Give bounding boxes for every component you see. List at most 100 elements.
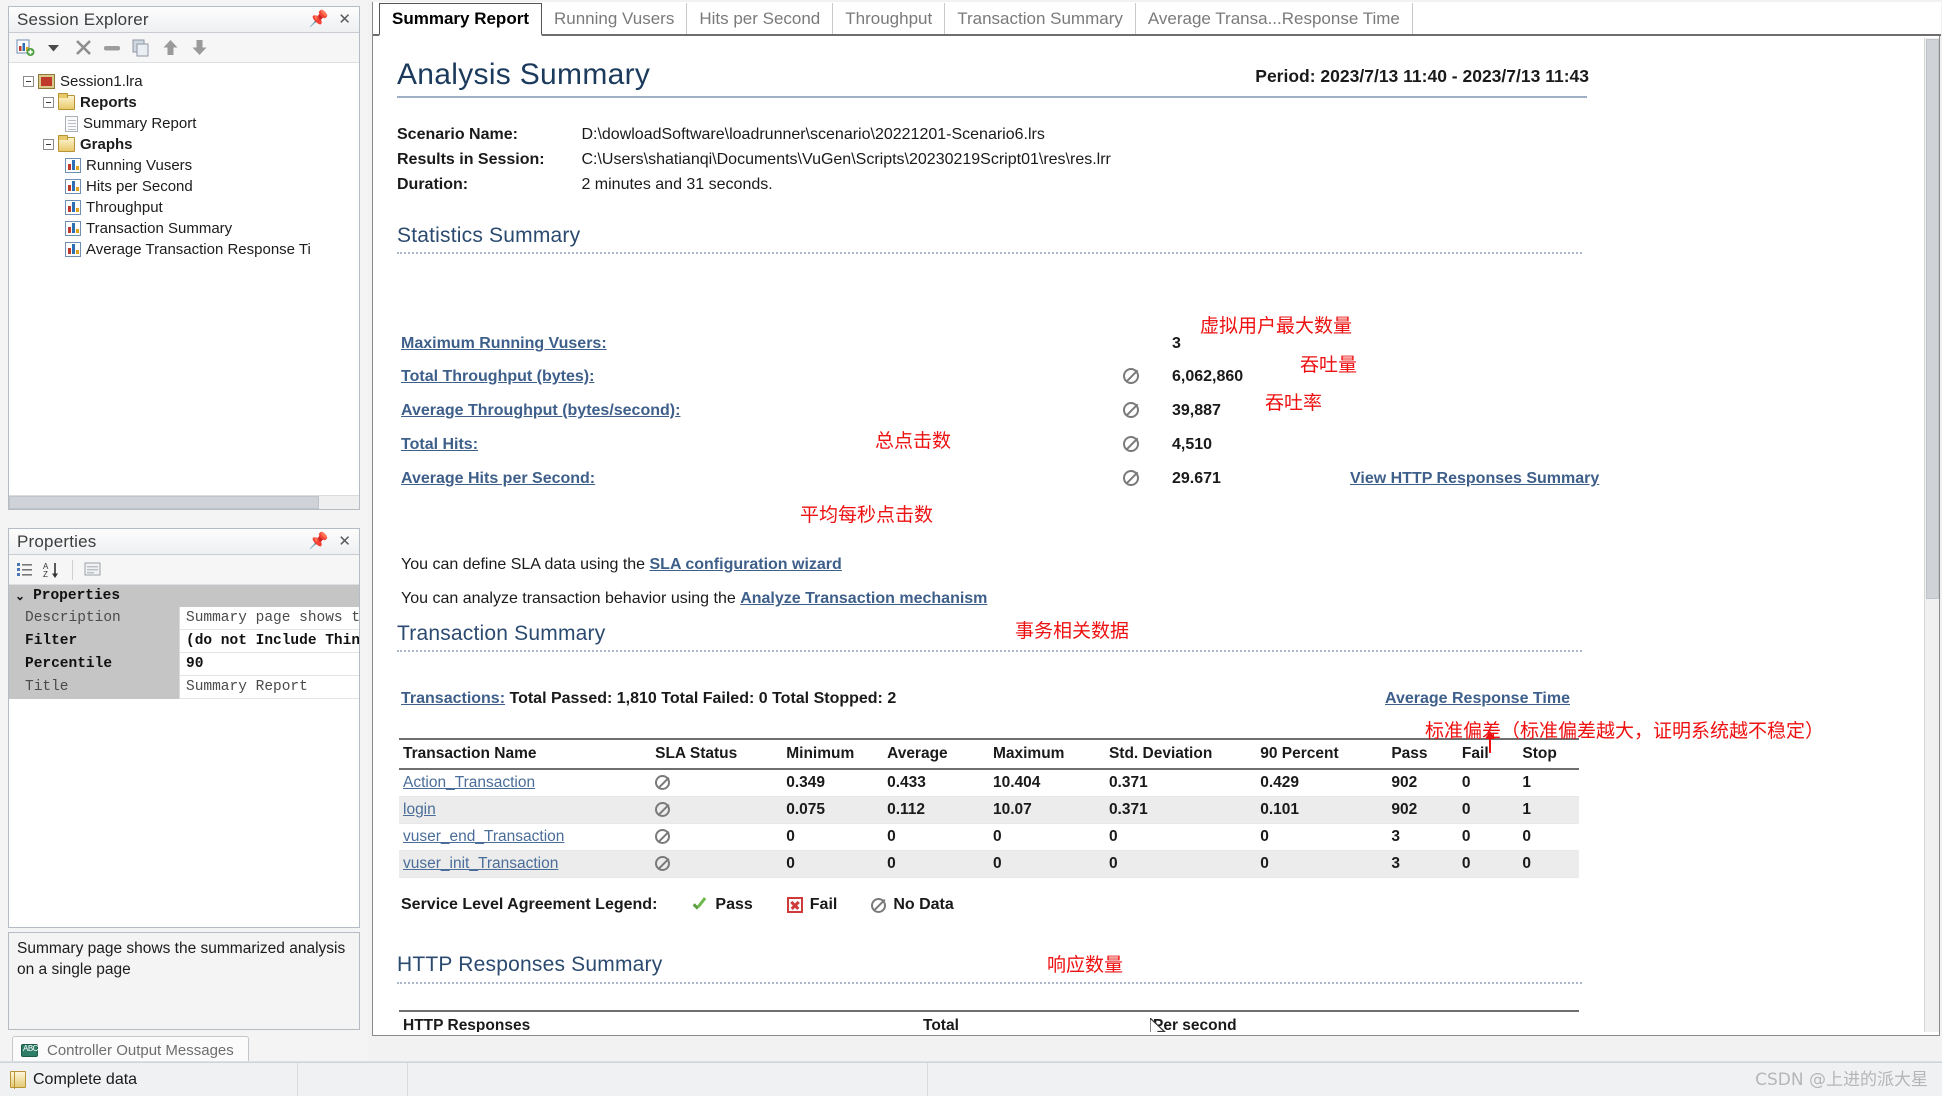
tab-summary-report[interactable]: Summary Report [379, 3, 542, 36]
status-complete-data-label: Complete data [33, 1070, 138, 1088]
pin-icon[interactable]: 📌 [309, 533, 329, 550]
dropdown-arrow-icon[interactable] [44, 38, 64, 58]
tab-throughput[interactable]: Throughput [833, 3, 946, 34]
property-row-filter[interactable]: Filter (do not Include Thin [9, 630, 359, 653]
link-average-response-time[interactable]: Average Response Time [1385, 690, 1570, 708]
no-data-icon [1123, 470, 1139, 486]
add-graph-icon[interactable] [15, 38, 35, 58]
tab-controller-output-messages[interactable]: Controller Output Messages [12, 1036, 249, 1063]
stat-value-total-throughput: 6,062,860 [1172, 368, 1244, 385]
tree-node-hits-per-second[interactable]: Hits per Second [17, 176, 359, 197]
tree-node-graphs[interactable]: Graphs [17, 134, 359, 155]
tab-hits-per-second[interactable]: Hits per Second [687, 3, 834, 34]
toolbar-divider [72, 559, 73, 580]
expander-icon[interactable] [23, 76, 34, 87]
cell-transaction-name[interactable]: vuser_init_Transaction [399, 850, 652, 878]
cell-std-deviation: 0.371 [1104, 769, 1257, 797]
session-explorer-hscrollbar[interactable] [9, 495, 359, 509]
pass-check-icon [691, 897, 708, 914]
property-pages-icon[interactable] [83, 560, 103, 580]
tab-running-vusers[interactable]: Running Vusers [542, 3, 688, 34]
property-value[interactable]: 90 [179, 653, 359, 676]
cell-transaction-name[interactable]: vuser_end_Transaction [399, 823, 652, 851]
properties-grid: ⌄ Properties Description Summary page sh… [9, 585, 359, 699]
property-row-title[interactable]: Title Summary Report [9, 676, 359, 699]
duplicate-icon[interactable] [131, 38, 151, 58]
col-std-deviation: Std. Deviation [1104, 738, 1257, 770]
stat-label-maximum-running-vusers[interactable]: Maximum Running Vusers: [401, 335, 607, 353]
link-transactions[interactable]: Transactions: [401, 690, 505, 707]
meta-value: D:\dowloadSoftware\loadrunner\scenario\2… [581, 126, 1045, 143]
stat-label-total-throughput[interactable]: Total Throughput (bytes): [401, 368, 594, 386]
tree-node-throughput[interactable]: Throughput [17, 197, 359, 218]
tab-transaction-summary[interactable]: Transaction Summary [945, 3, 1136, 34]
meta-row-scenario-name: Scenario Name: D:\dowloadSoftware\loadru… [397, 126, 1045, 144]
cell-transaction-name[interactable]: Action_Transaction [399, 769, 652, 797]
session-icon [38, 74, 55, 89]
property-value[interactable]: (do not Include Thin [179, 630, 359, 653]
cell-pass: 3 [1387, 850, 1458, 878]
properties-group-header[interactable]: ⌄ Properties [9, 585, 359, 607]
tree-node-reports[interactable]: Reports [17, 92, 359, 113]
stat-label-total-hits[interactable]: Total Hits: [401, 436, 478, 454]
table-header-row: Transaction Name SLA Status Minimum Aver… [399, 738, 1579, 770]
report-vertical-scrollbar[interactable] [1924, 38, 1939, 1032]
col-http-responses: HTTP Responses [399, 1010, 919, 1032]
cell-sla-status [651, 796, 783, 824]
rename-icon[interactable] [102, 38, 122, 58]
expander-icon[interactable] [43, 97, 54, 108]
col-transaction-name: Transaction Name [399, 738, 652, 770]
cell-90-percent: 0.101 [1256, 796, 1388, 824]
property-key: Description [9, 607, 179, 630]
stat-value-average-hits-per-second: 29.671 [1172, 470, 1221, 487]
chevron-down-icon[interactable]: ⌄ [15, 589, 25, 604]
close-icon[interactable]: ✕ [338, 534, 351, 549]
link-sla-configuration-wizard[interactable]: SLA configuration wizard [650, 556, 842, 573]
http-responses-summary-divider [397, 982, 1582, 984]
col-90-percent: 90 Percent [1256, 738, 1388, 770]
property-key: Title [9, 676, 179, 699]
delete-icon[interactable] [73, 38, 93, 58]
tab-average-transaction-response-time[interactable]: Average Transa...Response Time [1136, 3, 1413, 34]
table-row[interactable]: vuser_end_Transaction 0 0 0 0 0 3 0 0 [399, 823, 1579, 851]
property-row-percentile[interactable]: Percentile 90 [9, 653, 359, 676]
expander-icon[interactable] [43, 139, 54, 150]
messages-icon [21, 1043, 38, 1057]
property-value[interactable]: Summary page shows t [179, 607, 359, 630]
stat-label-average-hits-per-second[interactable]: Average Hits per Second: [401, 470, 595, 488]
move-up-icon[interactable] [160, 38, 180, 58]
meta-row-duration: Duration: 2 minutes and 31 seconds. [397, 176, 773, 194]
tree-node-session[interactable]: Session1.lra [17, 71, 359, 92]
tree-label-running-vusers: Running Vusers [86, 157, 193, 174]
stat-label-average-throughput[interactable]: Average Throughput (bytes/second): [401, 402, 680, 420]
cell-transaction-name[interactable]: login [399, 796, 652, 824]
table-row[interactable]: Action_Transaction 0.349 0.433 10.404 0.… [399, 769, 1579, 797]
property-value[interactable]: Summary Report [179, 676, 359, 699]
pin-icon[interactable]: 📌 [309, 11, 329, 28]
sla-wizard-sentence: You can define SLA data using the SLA co… [401, 556, 842, 574]
cell-stop: 1 [1518, 769, 1579, 797]
move-down-icon[interactable] [189, 38, 209, 58]
close-icon[interactable]: ✕ [338, 12, 351, 27]
session-explorer-toolbar [9, 33, 359, 63]
link-view-http-responses-summary[interactable]: View HTTP Responses Summary [1350, 470, 1599, 488]
analyze-sentence-text: You can analyze transaction behavior usi… [401, 590, 741, 607]
transaction-summary-divider [397, 650, 1582, 652]
property-description-box: Summary page shows the summarized analys… [8, 932, 360, 1030]
cell-average: 0.112 [883, 796, 989, 824]
tree-node-summary-report[interactable]: Summary Report [17, 113, 359, 134]
cell-sla-status [651, 850, 783, 878]
alphabetical-sort-icon[interactable]: A Z [42, 560, 62, 580]
link-analyze-transaction-mechanism[interactable]: Analyze Transaction mechanism [740, 590, 987, 607]
table-row[interactable]: vuser_init_Transaction 0 0 0 0 0 3 0 0 [399, 850, 1579, 878]
tree-node-running-vusers[interactable]: Running Vusers [17, 155, 359, 176]
tree-node-avg-transaction-response-time[interactable]: Average Transaction Response Ti [17, 239, 359, 260]
cell-maximum: 10.404 [988, 769, 1105, 797]
report-tabstrip: Summary Report Running Vusers Hits per S… [373, 2, 1941, 36]
table-row[interactable]: login 0.075 0.112 10.07 0.371 0.101 902 … [399, 796, 1579, 824]
categorized-icon[interactable] [15, 560, 35, 580]
tree-node-transaction-summary[interactable]: Transaction Summary [17, 218, 359, 239]
average-response-time-label: Average Response Time [1385, 690, 1570, 707]
properties-title: Properties [17, 531, 97, 551]
property-row-description[interactable]: Description Summary page shows t [9, 607, 359, 630]
